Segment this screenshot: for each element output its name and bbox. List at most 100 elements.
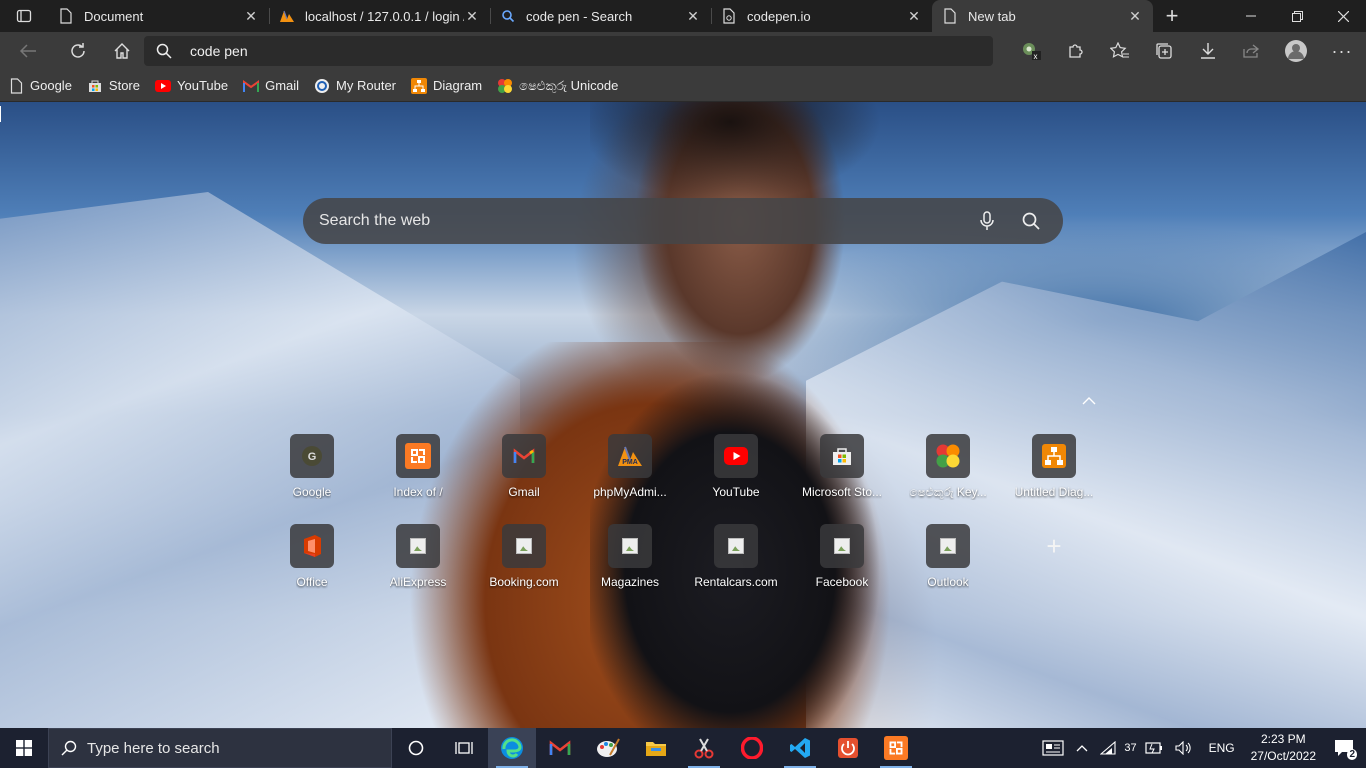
puzzle-icon xyxy=(1069,44,1083,58)
show-hidden-icons-button[interactable] xyxy=(1070,728,1094,768)
taskbar-edge[interactable] xyxy=(488,728,536,768)
close-icon[interactable]: ✕ xyxy=(243,8,259,24)
close-icon[interactable]: ✕ xyxy=(685,8,701,24)
taskbar-paint[interactable] xyxy=(584,728,632,768)
favorites-bar: Google Store YouTube Gmail My Router Dia… xyxy=(0,70,1366,102)
restore-button[interactable] xyxy=(1274,0,1320,32)
close-icon[interactable]: ✕ xyxy=(906,8,922,24)
favorite-my-router[interactable]: My Router xyxy=(314,78,396,94)
quick-link-index[interactable]: Index of / xyxy=(365,434,471,524)
taskbar-xampp[interactable] xyxy=(872,728,920,768)
microphone-icon[interactable] xyxy=(965,198,1009,244)
quick-link-label: AliExpress xyxy=(389,575,447,589)
diagram-icon xyxy=(1042,444,1066,468)
favorite-label: My Router xyxy=(336,78,397,93)
favorite-diagram[interactable]: Diagram xyxy=(411,77,482,94)
settings-menu-button[interactable]: ··· xyxy=(1318,32,1366,70)
taskbar-power-app[interactable] xyxy=(824,728,872,768)
taskbar-snipping-tool[interactable] xyxy=(680,728,728,768)
taskbar-gmail[interactable] xyxy=(536,728,584,768)
battery-button[interactable] xyxy=(1139,728,1169,768)
quick-link-outlook[interactable]: Outlook xyxy=(895,524,1001,614)
tab-new-tab[interactable]: New tab ✕ xyxy=(932,0,1153,32)
volume-button[interactable] xyxy=(1169,728,1199,768)
quick-link-microsoft-store[interactable]: Microsoft Sto... xyxy=(789,434,895,524)
downloads-button[interactable] xyxy=(1186,32,1230,70)
tab-title: code pen - Search xyxy=(526,8,633,24)
share-icon xyxy=(1243,44,1260,58)
close-icon[interactable]: ✕ xyxy=(1127,8,1143,24)
start-button[interactable] xyxy=(0,728,48,768)
taskbar-opera[interactable] xyxy=(728,728,776,768)
taskbar-file-explorer[interactable] xyxy=(632,728,680,768)
quick-link-label: Microsoft Sto... xyxy=(801,485,883,499)
input-language-button[interactable]: ENG xyxy=(1199,728,1245,768)
new-tab-button[interactable]: + xyxy=(1153,0,1191,32)
clock-time: 2:23 PM xyxy=(1260,732,1306,746)
quick-link-tile xyxy=(926,434,970,478)
cortana-button[interactable] xyxy=(392,728,440,768)
refresh-button[interactable] xyxy=(56,32,100,70)
news-widget-button[interactable] xyxy=(1036,728,1070,768)
download-icon xyxy=(1201,43,1215,59)
quick-link-google[interactable]: G Google xyxy=(259,434,365,524)
taskbar-vscode[interactable] xyxy=(776,728,824,768)
phpmyadmin-icon xyxy=(279,8,295,24)
favorite-google[interactable]: Google xyxy=(8,77,72,94)
quick-link-untitled-diagram[interactable]: Untitled Diag... xyxy=(1001,434,1107,524)
quick-link-youtube[interactable]: YouTube xyxy=(683,434,789,524)
quick-link-magazines[interactable]: Magazines xyxy=(577,524,683,614)
favorite-label: Google xyxy=(30,78,72,93)
tab-phpmyadmin[interactable]: localhost / 127.0.0.1 / login / ✕ xyxy=(269,0,490,32)
favorite-unicode[interactable]: ෂෙළුකුරු Unicode xyxy=(497,78,618,94)
quick-link-gmail[interactable]: Gmail xyxy=(471,434,577,524)
page-icon xyxy=(8,77,24,94)
edge-icon xyxy=(501,737,523,759)
task-view-button[interactable] xyxy=(440,728,488,768)
close-window-button[interactable] xyxy=(1320,0,1366,32)
minimize-icon xyxy=(1246,15,1256,17)
extension-button[interactable]: x xyxy=(1010,32,1054,70)
quick-link-booking[interactable]: Booking.com xyxy=(471,524,577,614)
quick-link-office[interactable]: Office xyxy=(259,524,365,614)
add-quick-link-button[interactable]: + xyxy=(1001,524,1107,614)
wifi-button[interactable] xyxy=(1094,728,1122,768)
temperature-badge: 37 xyxy=(1124,742,1137,754)
tab-actions-button[interactable] xyxy=(0,0,48,32)
clock-button[interactable]: 2:23 PM 27/Oct/2022 xyxy=(1245,728,1322,768)
search-icon xyxy=(61,740,77,756)
tab-codepen[interactable]: codepen.io ✕ xyxy=(711,0,932,32)
quick-link-rentalcars[interactable]: Rentalcars.com xyxy=(683,524,789,614)
collections-button[interactable] xyxy=(1142,32,1186,70)
favorites-button[interactable] xyxy=(1098,32,1142,70)
paint-icon xyxy=(597,738,620,757)
toolbar-actions: x ··· xyxy=(1010,32,1366,70)
share-button[interactable] xyxy=(1230,32,1274,70)
web-search-box[interactable]: Search the web xyxy=(303,198,1063,244)
quick-link-tile xyxy=(608,524,652,568)
more-icon: ··· xyxy=(1331,40,1353,61)
profile-button[interactable] xyxy=(1274,32,1318,70)
quick-link-unicode-keyboard[interactable]: ෂෙළුකුරු Key... xyxy=(895,434,1001,524)
favorite-store[interactable]: Store xyxy=(87,78,140,94)
back-button[interactable] xyxy=(0,32,56,70)
favorite-youtube[interactable]: YouTube xyxy=(155,78,228,94)
close-icon[interactable]: ✕ xyxy=(464,8,480,24)
collapse-quick-links-button[interactable] xyxy=(1080,392,1098,410)
quick-link-facebook[interactable]: Facebook xyxy=(789,524,895,614)
home-button[interactable] xyxy=(100,32,144,70)
extensions-button[interactable] xyxy=(1054,32,1098,70)
quick-link-aliexpress[interactable]: AliExpress xyxy=(365,524,471,614)
quick-link-phpmyadmin[interactable]: PMA phpMyAdmi... xyxy=(577,434,683,524)
tab-code-pen-search[interactable]: code pen - Search ✕ xyxy=(490,0,711,32)
battery-icon xyxy=(1144,742,1162,754)
xampp-icon xyxy=(884,736,908,760)
action-center-button[interactable]: 2 xyxy=(1322,728,1366,768)
minimize-button[interactable] xyxy=(1228,0,1274,32)
tab-document[interactable]: Document ✕ xyxy=(48,0,269,32)
taskbar-search-box[interactable]: Type here to search xyxy=(48,728,392,768)
search-icon[interactable] xyxy=(1009,198,1053,244)
favorite-gmail[interactable]: Gmail xyxy=(243,78,299,94)
chevron-up-icon xyxy=(1082,397,1096,405)
address-bar[interactable]: code pen xyxy=(144,36,993,66)
